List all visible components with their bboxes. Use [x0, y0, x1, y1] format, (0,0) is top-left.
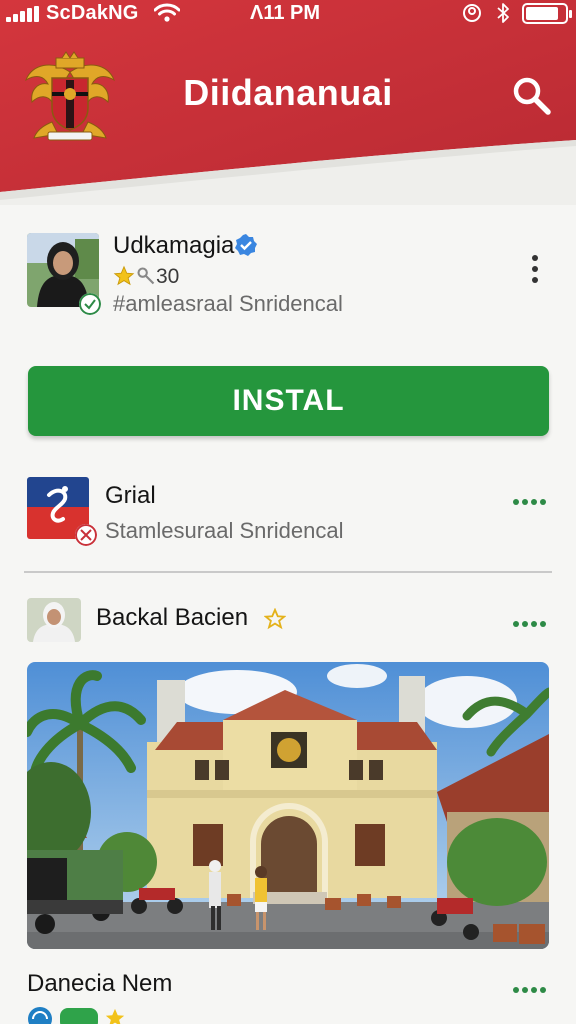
- wifi-icon: [154, 3, 180, 22]
- app-header: ScDakNG Λ11 PM Diidananuai: [0, 0, 576, 205]
- post-title[interactable]: Grial: [105, 482, 156, 510]
- divider: [24, 571, 552, 573]
- signal-strength-icon: [6, 6, 40, 22]
- avatar[interactable]: [27, 598, 81, 642]
- post-author[interactable]: Backal Bacien: [96, 604, 248, 632]
- install-button[interactable]: INSTAL: [28, 366, 549, 436]
- garuda-emblem-icon: [25, 51, 115, 141]
- carrier-name: ScDakNG: [46, 2, 139, 24]
- battery-level: [526, 7, 558, 20]
- status-bar: ScDakNG Λ11 PM: [0, 0, 576, 30]
- avatar-photo: [27, 598, 81, 642]
- post-subtitle: Stamlesuraal Snridencal: [105, 518, 344, 543]
- more-vertical-icon[interactable]: [529, 255, 541, 287]
- post-subtitle: #amleasraal Snridencal: [113, 291, 343, 316]
- app-title: Diidananuai: [183, 72, 393, 113]
- more-horizontal-icon[interactable]: [513, 980, 549, 993]
- online-status-icon: [79, 293, 101, 315]
- status-time: Λ11 PM: [250, 2, 321, 24]
- post-photo[interactable]: [27, 662, 549, 949]
- rating-count: 30: [156, 265, 180, 288]
- star-icon: [113, 265, 135, 286]
- more-horizontal-icon[interactable]: [513, 614, 549, 627]
- search-icon[interactable]: [508, 72, 554, 118]
- post-author[interactable]: Danecia Nem: [27, 970, 172, 998]
- post-author[interactable]: Udkamagia: [113, 232, 234, 260]
- bluetooth-icon: [497, 3, 509, 23]
- key-icon: [137, 267, 155, 285]
- battery-icon: [522, 3, 572, 24]
- blocked-status-icon: [75, 524, 97, 546]
- colonial-building-photo: [27, 662, 549, 949]
- globe-badge-icon: [28, 1007, 52, 1024]
- sync-icon: [463, 4, 481, 22]
- star-badge-icon: [105, 1008, 125, 1024]
- more-horizontal-icon[interactable]: [513, 492, 549, 505]
- green-tag-badge: [60, 1008, 98, 1024]
- verified-badge-icon: [235, 234, 257, 256]
- star-badge-icon: [264, 608, 286, 630]
